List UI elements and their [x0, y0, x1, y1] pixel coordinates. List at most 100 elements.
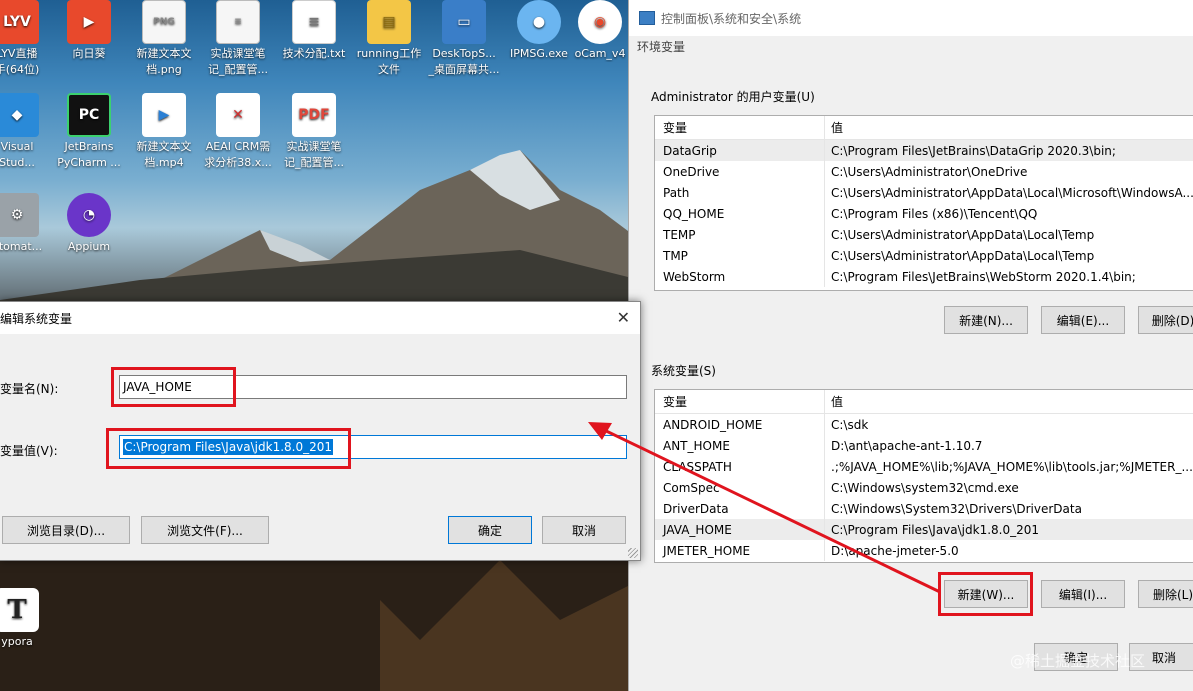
user-edit-button[interactable]: 编辑(E)...	[1041, 306, 1125, 334]
watermark-text: @稀土掘金技术社区	[1010, 652, 1146, 670]
dialog-cancel-button[interactable]: 取消	[542, 516, 626, 544]
desktop-icon[interactable]: ▶ 向日葵	[52, 0, 126, 62]
table-row[interactable]: OneDrive C:\Users\Administrator\OneDrive	[655, 161, 1193, 182]
var-value: C:\Users\Administrator\AppData\Local\Tem…	[831, 227, 1095, 242]
desktop-icon[interactable]: ◉ oCam_v4	[572, 0, 628, 62]
desktop-icon[interactable]: ● IPMSG.exe	[502, 0, 576, 62]
environment-variables-window: 控制面板\系统和安全\系统 环境变量 Administrator 的用户变量(U…	[628, 0, 1193, 691]
pdf-file-icon: PDF	[292, 93, 336, 137]
desktop-icon[interactable]: PDF 实战课堂笔 记_配置管...	[277, 93, 351, 171]
desktop-icon[interactable]: ✕ AEAI CRM需 求分析38.x...	[201, 93, 275, 171]
desktop-icon[interactable]: ▶ 新建文本文 档.mp4	[127, 93, 201, 171]
ocam-icon: ◉	[578, 0, 622, 44]
folder-icon: ▤	[367, 0, 411, 44]
desktop-icon[interactable]: LYV LYV直播 手(64位)	[0, 0, 54, 78]
vscode-icon: ◆	[0, 93, 39, 137]
desktop-icon[interactable]: PC JetBrains PyCharm ...	[52, 93, 126, 171]
table-row[interactable]: ANDROID_HOME C:\sdk	[655, 414, 1193, 435]
gear-icon: ⚙	[0, 193, 39, 237]
list-header: 变量 值	[655, 390, 1193, 414]
var-name: JMETER_HOME	[655, 540, 825, 561]
table-row[interactable]: DriverData C:\Windows\System32\Drivers\Dr…	[655, 498, 1193, 519]
column-header-variable[interactable]: 变量	[655, 116, 825, 139]
var-value: C:\sdk	[831, 417, 869, 432]
system-vars-list[interactable]: 变量 值 ANDROID_HOME C:\sdk ANT_HOME D:\ant\a…	[654, 389, 1193, 563]
var-name: OneDrive	[655, 161, 825, 182]
var-value: C:\Program Files (x86)\Tencent\QQ	[831, 206, 1038, 221]
window-titlebar[interactable]: 控制面板\系统和安全\系统	[629, 0, 1193, 36]
table-row[interactable]: JMETER_HOME D:\apache-jmeter-5.0	[655, 540, 1193, 561]
system-vars-label: 系统变量(S)	[651, 364, 716, 378]
ipmsg-icon: ●	[517, 0, 561, 44]
annotation-box-value	[106, 428, 351, 469]
table-row[interactable]: JAVA_HOME C:\Program Files\Java\jdk1.8.0_…	[655, 519, 1193, 540]
var-name: DriverData	[655, 498, 825, 519]
var-name: Path	[655, 182, 825, 203]
typora-icon: T	[0, 588, 39, 632]
table-row[interactable]: TEMP C:\Users\Administrator\AppData\Local…	[655, 224, 1193, 245]
pycharm-icon: PC	[67, 93, 111, 137]
table-row[interactable]: CLASSPATH .;%JAVA_HOME%\lib;%JAVA_HOME%\l…	[655, 456, 1193, 477]
dialog-title: 环境变量	[637, 40, 686, 54]
var-name: TEMP	[655, 224, 825, 245]
desktop-icon[interactable]: ▭ DeskTopS... _桌面屏幕共...	[427, 0, 501, 78]
var-value: C:\Program Files\JetBrains\WebStorm 2020…	[831, 269, 1136, 284]
var-name: WebStorm	[655, 266, 825, 287]
var-name: TMP	[655, 245, 825, 266]
variable-name-label: 变量名(N):	[0, 382, 59, 396]
browse-file-button[interactable]: 浏览文件(F)...	[141, 516, 269, 544]
list-header: 变量 值	[655, 116, 1193, 140]
user-vars-list[interactable]: 变量 值 DataGrip C:\Program Files\JetBrains\…	[654, 115, 1193, 291]
var-value: D:\apache-jmeter-5.0	[831, 543, 959, 558]
table-row[interactable]: QQ_HOME C:\Program Files (x86)\Tencent\QQ	[655, 203, 1193, 224]
user-new-button[interactable]: 新建(N)...	[944, 306, 1028, 334]
var-value: C:\Program Files\Java\jdk1.8.0_201	[831, 522, 1040, 537]
resize-grip[interactable]	[628, 548, 638, 558]
video-file-icon: ▶	[142, 93, 186, 137]
desktop-icon[interactable]: T ypora	[0, 588, 54, 650]
close-icon[interactable]: ✕	[617, 308, 630, 327]
table-row[interactable]: ComSpec C:\Windows\system32\cmd.exe	[655, 477, 1193, 498]
browse-directory-button[interactable]: 浏览目录(D)...	[2, 516, 130, 544]
desktop-icon[interactable]: ◆ Visual Stud...	[0, 93, 54, 171]
dialog-ok-button[interactable]: 确定	[448, 516, 532, 544]
var-name: ANDROID_HOME	[655, 414, 825, 435]
var-value: C:\Windows\system32\cmd.exe	[831, 480, 1019, 495]
desktop-icon[interactable]: ≡ 技术分配.txt	[277, 0, 351, 62]
system-edit-button[interactable]: 编辑(I)...	[1041, 580, 1125, 608]
appium-icon: ◔	[67, 193, 111, 237]
var-name: ComSpec	[655, 477, 825, 498]
var-value: C:\Users\Administrator\AppData\Local\Mic…	[831, 185, 1193, 200]
desktop-icon[interactable]: ◔ Appium	[52, 193, 126, 255]
dialog-titlebar[interactable]: 编辑系统变量 ✕	[0, 302, 640, 334]
var-name: JAVA_HOME	[655, 519, 825, 540]
desktop-icon[interactable]: ≡ 实战课堂笔 记_配置管...	[201, 0, 275, 78]
var-value: C:\Users\Administrator\OneDrive	[831, 164, 1028, 179]
crm-file-icon: ✕	[216, 93, 260, 137]
column-header-value[interactable]: 值	[825, 393, 843, 410]
desktop-icon[interactable]: ▤ running工作 文件	[352, 0, 426, 78]
table-row[interactable]: ANT_HOME D:\ant\apache-ant-1.10.7	[655, 435, 1193, 456]
table-row[interactable]: TMP C:\Users\Administrator\AppData\Local\…	[655, 245, 1193, 266]
desktop-icon[interactable]: ⚙ utomat...	[0, 193, 54, 255]
var-value: D:\ant\apache-ant-1.10.7	[831, 438, 983, 453]
table-row[interactable]: DataGrip C:\Program Files\JetBrains\DataG…	[655, 140, 1193, 161]
table-row[interactable]: WebStorm C:\Program Files\JetBrains\WebSt…	[655, 266, 1193, 287]
sunflower-icon: ▶	[67, 0, 111, 44]
table-row[interactable]: Path C:\Users\Administrator\AppData\Local…	[655, 182, 1193, 203]
txt-file-icon: ≡	[292, 0, 336, 44]
var-name: DataGrip	[655, 140, 825, 161]
column-header-value[interactable]: 值	[825, 119, 843, 136]
desktop-icon[interactable]: PNG 新建文本文 档.png	[127, 0, 201, 78]
user-delete-button[interactable]: 删除(D)	[1138, 306, 1193, 334]
window-breadcrumb: 控制面板\系统和安全\系统	[661, 11, 802, 26]
user-vars-label: Administrator 的用户变量(U)	[651, 90, 815, 104]
monitor-icon: ▭	[442, 0, 486, 44]
system-delete-button[interactable]: 删除(L)	[1138, 580, 1193, 608]
png-file-icon: PNG	[142, 0, 186, 44]
var-value: C:\Users\Administrator\AppData\Local\Tem…	[831, 248, 1095, 263]
var-name: ANT_HOME	[655, 435, 825, 456]
column-header-variable[interactable]: 变量	[655, 390, 825, 413]
lyv-app-icon: LYV	[0, 0, 39, 44]
document-icon: ≡	[216, 0, 260, 44]
